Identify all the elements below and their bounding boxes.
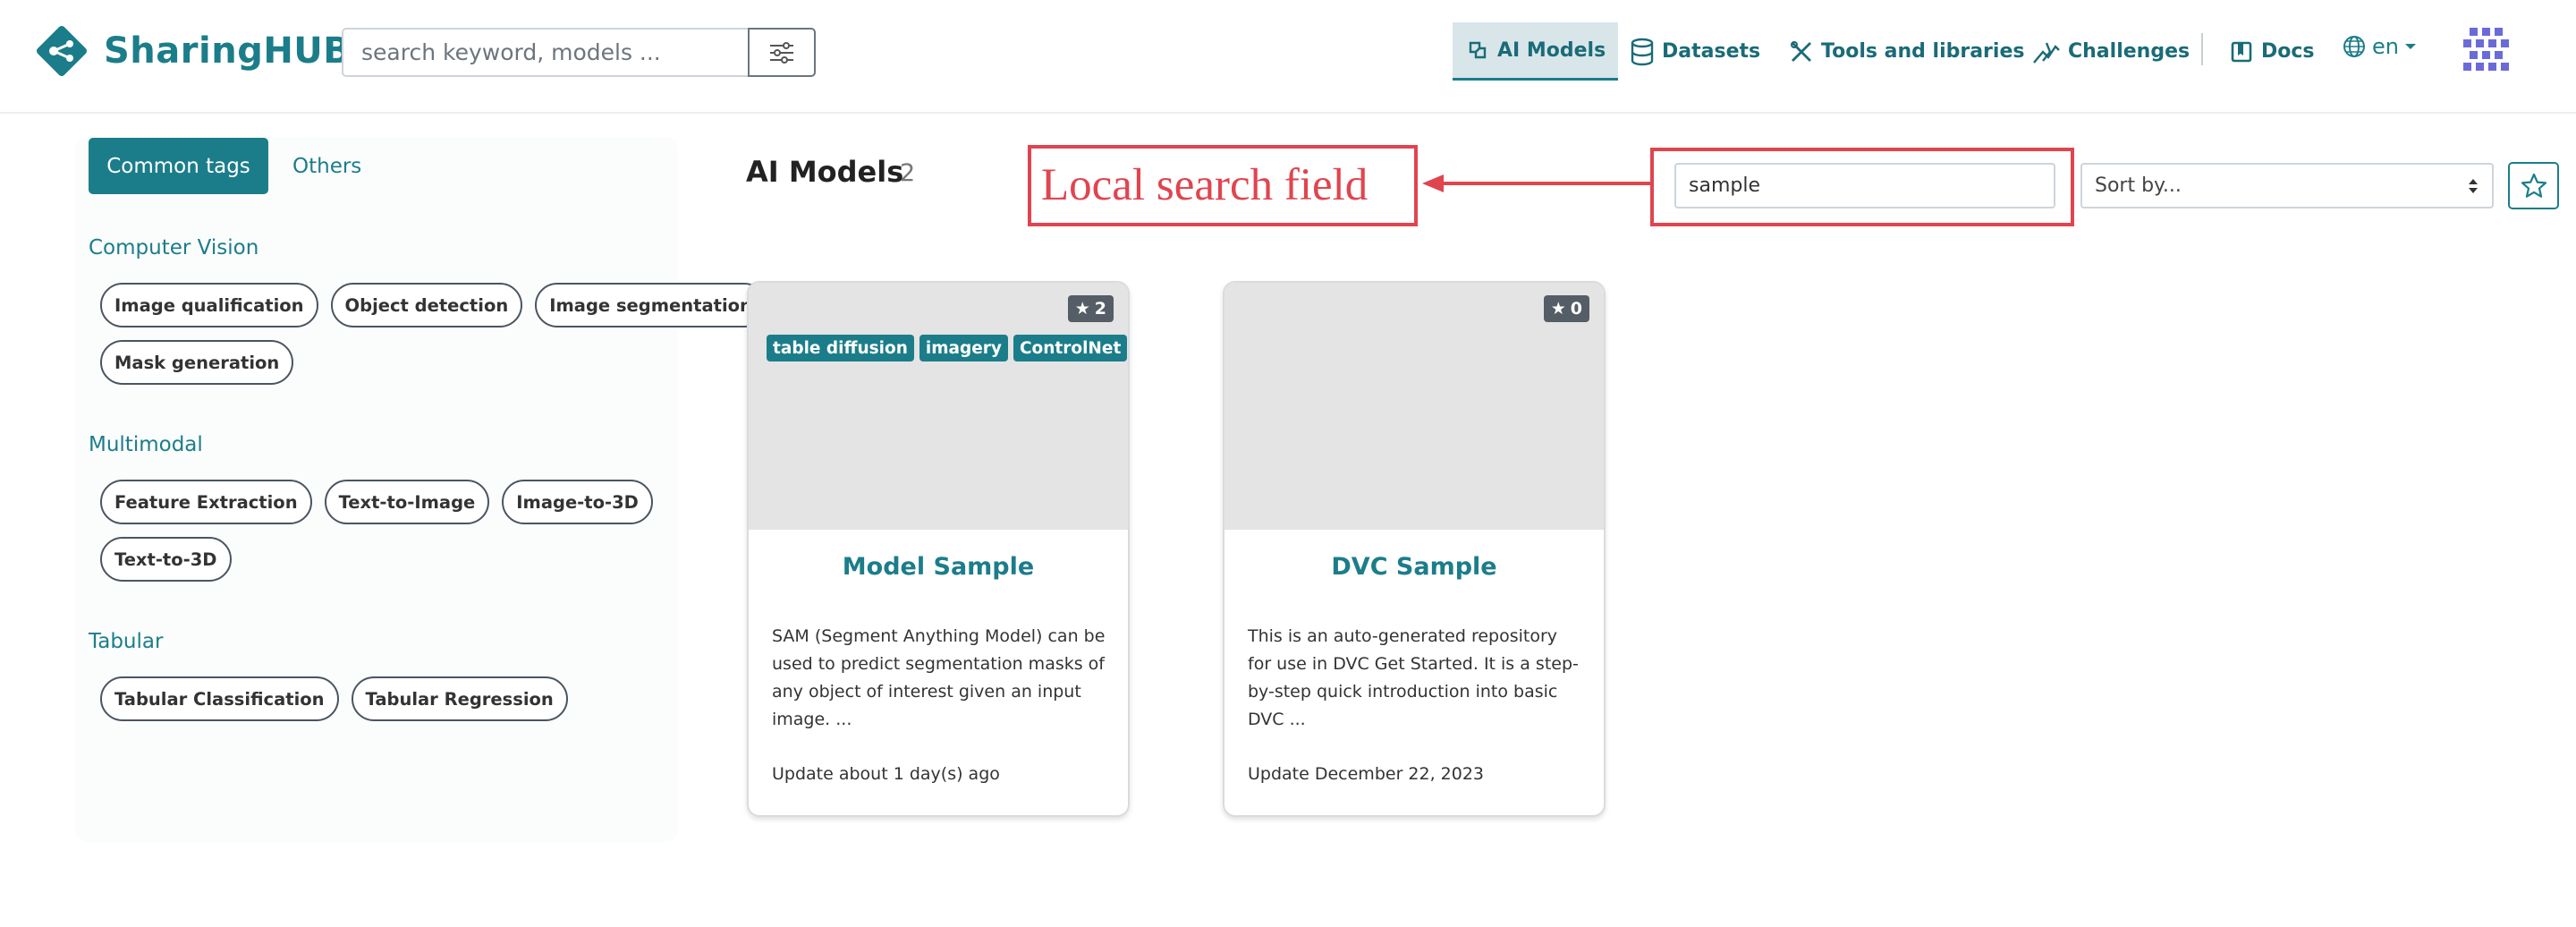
sort-select[interactable]: Sort by... <box>2080 163 2494 208</box>
annotation-arrow-icon <box>1422 174 1650 192</box>
nav-tools-label: Tools and libraries <box>1821 40 2025 63</box>
database-icon <box>1631 38 1654 65</box>
tools-icon <box>1791 40 1811 62</box>
caret-down-icon <box>2404 44 2416 49</box>
card-tag[interactable]: ControlNet <box>1013 335 1128 361</box>
tab-others[interactable]: Others <box>292 155 361 178</box>
category-heading[interactable]: Multimodal <box>89 433 203 456</box>
nav-docs[interactable]: Docs <box>2229 22 2315 81</box>
brand-name: SharingHUB <box>104 30 352 72</box>
tag-chip[interactable]: Text-to-3D <box>100 537 232 582</box>
top-navbar: SharingHUB AI Models Datasets <box>0 0 2576 114</box>
tag-row: Tabular Classification Tabular Regressio… <box>100 676 568 721</box>
tag-chip[interactable]: Image-to-3D <box>502 480 653 524</box>
category-heading[interactable]: Tabular <box>89 630 163 653</box>
select-arrows-icon <box>2469 178 2478 193</box>
nav-ai-models[interactable]: AI Models <box>1453 22 1619 81</box>
tag-row: Feature Extraction Text-to-Image Image-t… <box>100 480 653 524</box>
tag-chip[interactable]: Object detection <box>330 283 523 327</box>
globe-icon <box>2343 36 2365 57</box>
tab-common-tags[interactable]: Common tags <box>89 138 268 194</box>
sort-select-label: Sort by... <box>2095 174 2182 197</box>
star-icon: ★ <box>1074 299 1090 319</box>
sharinghub-logo-icon <box>36 25 88 77</box>
nav-docs-label: Docs <box>2261 40 2315 63</box>
tag-chip[interactable]: Feature Extraction <box>100 480 312 524</box>
model-card[interactable]: ★ 2 table diffusion imagery ControlNet M… <box>747 281 1130 817</box>
sliders-icon <box>770 41 793 64</box>
tag-chip[interactable]: Image segmentation <box>535 283 767 327</box>
tag-row: Image qualification Object detection Ima… <box>100 283 767 327</box>
favorite-filter-button[interactable] <box>2508 162 2559 209</box>
brand-logo[interactable]: SharingHUB <box>30 20 351 82</box>
tag-chip[interactable]: Text-to-Image <box>324 480 490 524</box>
card-updated: Update December 22, 2023 <box>1248 764 1485 784</box>
star-count-badge: ★ 0 <box>1543 295 1589 322</box>
card-tag[interactable]: table diffusion <box>767 335 914 361</box>
local-search-input[interactable] <box>1674 163 2055 208</box>
nav-ai-models-label: AI Models <box>1497 38 1606 62</box>
user-avatar[interactable] <box>2456 20 2515 79</box>
nav-datasets[interactable]: Datasets <box>1630 22 1760 81</box>
star-count: 2 <box>1094 299 1106 319</box>
card-description: This is an auto-generated repository for… <box>1248 626 1579 729</box>
language-label: en <box>2372 34 2399 59</box>
language-selector[interactable]: en <box>2342 34 2417 59</box>
nav-divider <box>2201 33 2203 65</box>
annotation-label: Local search field <box>1041 160 1368 210</box>
nav-challenges[interactable]: Challenges <box>2032 22 2190 81</box>
star-outline-icon <box>2521 173 2546 198</box>
model-card[interactable]: ★ 0 DVC Sample This is an auto-generated… <box>1223 281 1606 817</box>
card-updated: Update about 1 day(s) ago <box>772 764 1000 784</box>
category-heading[interactable]: Computer Vision <box>89 236 258 259</box>
tag-row: Mask generation <box>100 340 294 385</box>
star-count: 0 <box>1570 299 1582 319</box>
ai-brain-icon <box>1469 41 1487 59</box>
book-icon <box>2231 41 2252 62</box>
page-title: AI Models <box>746 155 904 189</box>
tag-chip[interactable]: Mask generation <box>100 340 294 385</box>
tag-chip[interactable]: Image qualification <box>100 283 318 327</box>
card-tags: table diffusion imagery ControlNet <box>767 335 1128 361</box>
page: SharingHUB AI Models Datasets <box>0 0 2576 927</box>
sidebar-tabs: Common tags Others <box>89 138 361 194</box>
star-count-badge: ★ 2 <box>1067 295 1114 322</box>
search-filter-button[interactable] <box>748 28 816 77</box>
tag-chip[interactable]: Tabular Regression <box>351 676 568 721</box>
card-title[interactable]: Model Sample <box>749 553 1128 581</box>
tag-row: Text-to-3D <box>100 537 232 582</box>
card-title[interactable]: DVC Sample <box>1224 553 1604 581</box>
global-search-input[interactable] <box>342 28 750 77</box>
nav-tools[interactable]: Tools and libraries <box>1789 22 2024 81</box>
challenge-icon <box>2033 42 2060 64</box>
result-count: 2 <box>900 159 916 187</box>
tag-chip[interactable]: Tabular Classification <box>100 676 339 721</box>
nav-datasets-label: Datasets <box>1662 40 1761 63</box>
card-description: SAM (Segment Anything Model) can be used… <box>772 626 1106 729</box>
card-tag[interactable]: imagery <box>919 335 1008 361</box>
nav-challenges-label: Challenges <box>2068 40 2190 63</box>
star-icon: ★ <box>1550 299 1566 319</box>
